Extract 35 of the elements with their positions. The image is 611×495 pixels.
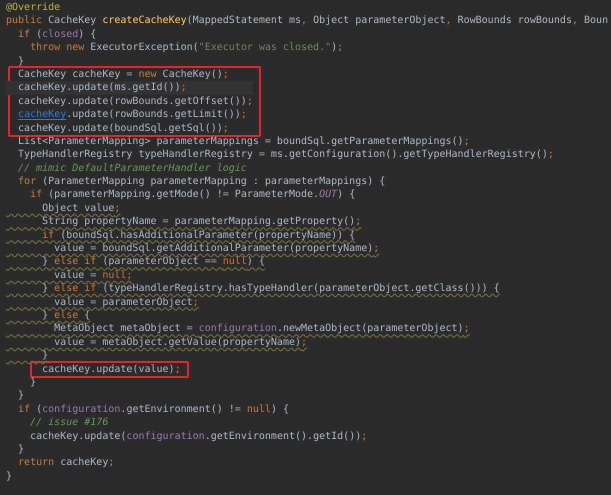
code-line: } else if (typeHandlerRegistry.hasTypeHandler(parameterObject.getClass())) {	[41, 282, 501, 296]
code-line: List<ParameterMapping> parameterMappings = boundSql.getParameterMappings();	[17, 134, 471, 148]
code-line: MetaObject metaObject = configuration.newMetaObject(parameterObject);	[53, 322, 471, 336]
code-line: }	[6, 470, 14, 484]
code-line: for (ParameterMapping parameterMapping : parameterMappings) {	[17, 175, 386, 188]
code-line: value = metaObject.getValue(propertyName);	[53, 336, 308, 350]
code-line: if (parameterMapping.getMode() != ParameterMode.OUT) {	[29, 188, 356, 202]
code-line: // mimic DefaultParameterHandler logic	[17, 162, 248, 176]
code-line: value = boundSql.getAdditionalParameter(propertyName);	[53, 242, 380, 256]
code-line: CacheKey cacheKey = new CacheKey();	[17, 68, 230, 82]
code-line: cacheKey.update(value);	[41, 362, 181, 376]
code-line: cacheKey.update(configuration.getEnvironment().getId());	[29, 430, 368, 443]
code-line: }	[29, 376, 38, 390]
code-line: if (configuration.getEnvironment() != null) {	[17, 402, 290, 416]
code-line: cacheKey.update(rowBounds.getOffset());	[17, 94, 253, 108]
code-line: TypeHandlerRegistry typeHandlerRegistry = ms.getConfiguration().getTypeHandlerRegistry();	[17, 148, 555, 162]
code-line: String propertyName = parameterMapping.getProperty();	[41, 215, 362, 229]
code-line: if (closed) {	[17, 28, 98, 42]
code-line: return cacheKey;	[17, 456, 116, 470]
code-line: }	[17, 54, 26, 68]
code-line: cacheKey.update(boundSql.getSql());	[17, 122, 230, 135]
code-line: throw new ExecutorException("Executor was closed.");	[29, 41, 344, 55]
code-line: // issue #176	[29, 416, 110, 430]
code-line: }	[17, 442, 26, 456]
code-line: } else if (parameterObject == null) {	[41, 255, 266, 269]
code-line: Object value;	[41, 202, 122, 216]
code-line: @Override	[6, 1, 62, 14]
code-line: value = parameterObject;	[53, 296, 200, 309]
code-line: public CacheKey createCacheKey(MappedStatement ms, Object parameterObject, RowBounds rowBounds, Boun	[6, 14, 610, 28]
code-line: if (boundSql.hasAdditionalParameter(propertyName)) {	[41, 228, 356, 242]
code-line: }	[17, 389, 26, 403]
code-line: cacheKey.update(rowBounds.getLimit());	[17, 108, 248, 122]
code-line: value = null;	[53, 268, 134, 282]
code-line: }	[41, 349, 50, 363]
code-line: } else {	[41, 308, 92, 322]
